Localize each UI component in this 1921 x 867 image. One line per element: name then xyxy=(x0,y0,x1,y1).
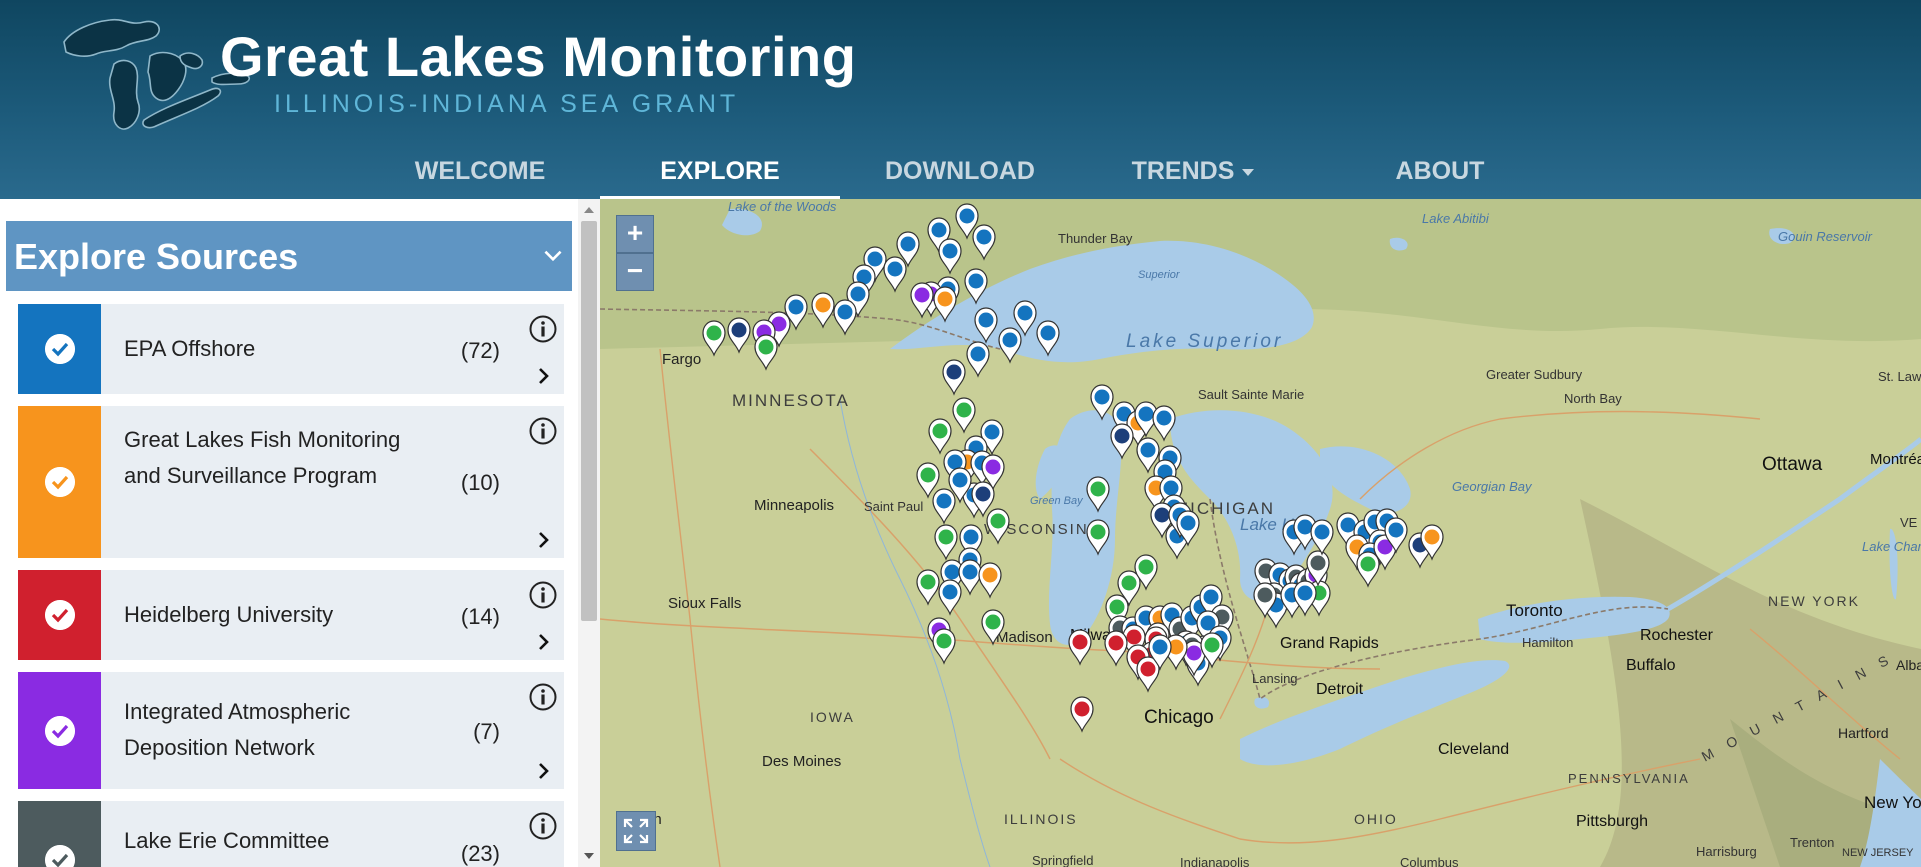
info-icon[interactable] xyxy=(528,811,558,841)
map-marker-icon[interactable] xyxy=(916,569,940,606)
marker-layer xyxy=(702,203,1444,733)
map-marker-icon[interactable] xyxy=(1152,405,1176,442)
explore-sources-header[interactable]: Explore Sources xyxy=(6,221,572,291)
source-count: (23) xyxy=(460,841,500,866)
map-marker-icon[interactable] xyxy=(1090,384,1114,421)
map-marker-icon[interactable] xyxy=(978,562,1002,599)
source-count: (7) xyxy=(473,719,500,744)
check-icon xyxy=(45,334,75,364)
nav-about[interactable]: ABOUT xyxy=(1320,150,1560,199)
source-epa-offshore[interactable]: EPA Offshore (72) xyxy=(18,304,564,394)
map-marker-icon[interactable] xyxy=(811,292,835,329)
nav-welcome[interactable]: WELCOME xyxy=(360,150,600,199)
site-title[interactable]: Great Lakes Monitoring xyxy=(220,24,856,89)
info-icon[interactable] xyxy=(528,314,558,344)
map-marker-icon[interactable] xyxy=(1068,629,1092,666)
sidebar: Explore Sources EPA Offshore (72) Great … xyxy=(0,199,600,867)
map-marker-icon[interactable] xyxy=(952,397,976,434)
check-icon xyxy=(45,716,75,746)
chevron-right-icon[interactable] xyxy=(534,632,554,652)
zoom-out-button[interactable]: − xyxy=(616,253,654,291)
site-header: Great Lakes Monitoring ILLINOIS-INDIANA … xyxy=(0,0,1921,199)
zoom-in-button[interactable]: + xyxy=(616,215,654,253)
nav-trends[interactable]: TRENDS xyxy=(1073,150,1313,199)
map-marker-icon[interactable] xyxy=(1110,423,1134,460)
source-lake-erie-committee[interactable]: Lake Erie Committee (23) xyxy=(18,801,564,867)
nav-explore[interactable]: EXPLORE xyxy=(600,150,840,199)
map-marker-icon[interactable] xyxy=(1036,320,1060,357)
chevron-right-icon[interactable] xyxy=(534,761,554,781)
source-color-swatch[interactable] xyxy=(18,801,101,867)
info-icon[interactable] xyxy=(528,416,558,446)
source-color-swatch[interactable] xyxy=(18,672,101,789)
source-name: EPA Offshore xyxy=(124,336,256,361)
chevron-down-icon[interactable] xyxy=(540,243,566,269)
source-iadn[interactable]: Integrated Atmospheric Deposition Networ… xyxy=(18,672,564,789)
map-marker-icon[interactable] xyxy=(958,559,982,596)
map-marker-icon[interactable] xyxy=(1310,519,1334,556)
info-icon[interactable] xyxy=(528,580,558,610)
panel-title: Explore Sources xyxy=(14,236,299,277)
map-marker-icon[interactable] xyxy=(916,462,940,499)
map-marker-icon[interactable] xyxy=(1013,300,1037,337)
map-marker-icon[interactable] xyxy=(938,579,962,616)
map-marker-icon[interactable] xyxy=(1104,630,1128,667)
map-marker-icon[interactable] xyxy=(964,268,988,305)
map-marker-icon[interactable] xyxy=(702,320,726,357)
source-heidelberg[interactable]: Heidelberg University (14) xyxy=(18,570,564,660)
map-marker-icon[interactable] xyxy=(938,238,962,275)
map-marker-icon[interactable] xyxy=(1293,580,1317,617)
source-fish-monitoring[interactable]: Great Lakes Fish Monitoring and Surveill… xyxy=(18,406,564,558)
source-count: (14) xyxy=(460,604,500,629)
map-marker-icon[interactable] xyxy=(1086,519,1110,556)
map-marker-icon[interactable] xyxy=(966,341,990,378)
scrollbar-thumb[interactable] xyxy=(581,221,597,621)
map-marker-icon[interactable] xyxy=(932,628,956,665)
source-name: Great Lakes Fish Monitoring and Surveill… xyxy=(124,427,401,488)
map-marker-icon[interactable] xyxy=(933,286,957,323)
main-nav: WELCOME EXPLORE DOWNLOAD TRENDS ABOUT xyxy=(0,150,1921,199)
map-marker-icon[interactable] xyxy=(942,359,966,396)
fullscreen-button[interactable] xyxy=(616,811,656,851)
caret-down-icon xyxy=(1242,168,1255,176)
source-color-swatch[interactable] xyxy=(18,304,101,394)
info-icon[interactable] xyxy=(528,682,558,712)
map-marker-icon[interactable] xyxy=(1086,476,1110,513)
scroll-up-icon[interactable] xyxy=(581,203,597,217)
fullscreen-icon xyxy=(623,818,649,844)
map-marker-icon[interactable] xyxy=(1070,696,1094,733)
map-marker-icon[interactable] xyxy=(932,488,956,525)
map-marker-icon[interactable] xyxy=(972,224,996,261)
map-marker-icon[interactable] xyxy=(928,418,952,455)
source-name: Heidelberg University xyxy=(124,602,334,627)
check-icon xyxy=(45,600,75,630)
chevron-right-icon[interactable] xyxy=(534,530,554,550)
source-color-swatch[interactable] xyxy=(18,570,101,660)
map-marker-icon[interactable] xyxy=(981,609,1005,646)
chevron-right-icon[interactable] xyxy=(534,366,554,386)
map-marker-icon[interactable] xyxy=(998,327,1022,364)
map-marker-icon[interactable] xyxy=(986,508,1010,545)
map-marker-icon[interactable] xyxy=(1356,551,1380,588)
map-marker-icon[interactable] xyxy=(883,256,907,293)
source-color-swatch[interactable] xyxy=(18,406,101,558)
source-name: Lake Erie Committee xyxy=(124,828,330,853)
map-marker-icon[interactable] xyxy=(934,524,958,561)
map-marker-icon[interactable] xyxy=(974,307,998,344)
nav-download[interactable]: DOWNLOAD xyxy=(840,150,1080,199)
source-name: Integrated Atmospheric Deposition Networ… xyxy=(124,699,351,760)
map-marker-icon[interactable] xyxy=(833,299,857,336)
map-marker-icon[interactable] xyxy=(727,317,751,354)
scroll-down-icon[interactable] xyxy=(581,849,597,863)
check-icon xyxy=(45,845,75,867)
map-view[interactable]: Lake of the Woods Thunder Bay Superior L… xyxy=(600,199,1921,867)
site-subtitle: ILLINOIS-INDIANA SEA GRANT xyxy=(274,90,740,118)
source-count: (72) xyxy=(460,338,500,363)
check-icon xyxy=(45,467,75,497)
source-count: (10) xyxy=(460,470,500,495)
map-marker-icon[interactable] xyxy=(754,334,778,371)
